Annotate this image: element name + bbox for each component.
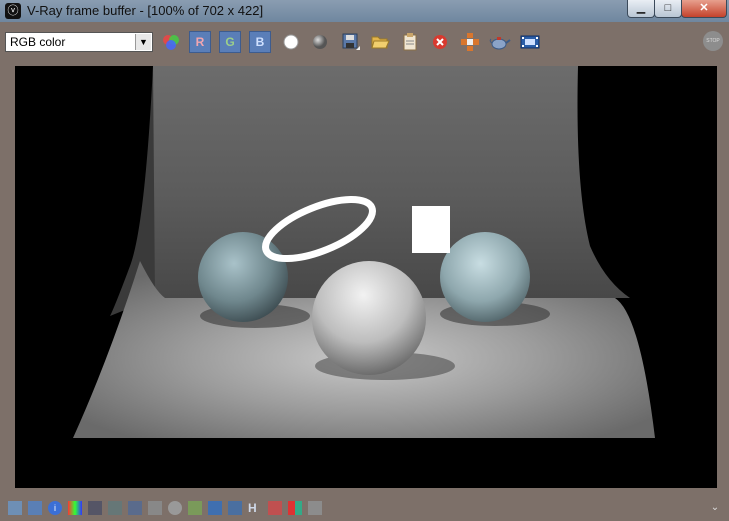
channel-select-value: RGB color <box>10 35 66 49</box>
red-channel-button[interactable]: R <box>189 31 211 53</box>
stop-button[interactable]: STOP <box>703 31 723 51</box>
mono-circle-icon[interactable] <box>309 31 331 53</box>
clipboard-icon[interactable] <box>399 31 421 53</box>
histogram-icon[interactable] <box>128 501 142 515</box>
teapot-icon[interactable] <box>489 31 511 53</box>
status-bar: i H ⌄ <box>0 496 729 521</box>
open-folder-icon[interactable] <box>369 31 391 53</box>
maximize-button[interactable]: □ <box>654 0 682 18</box>
close-button[interactable]: ✕ <box>681 0 727 18</box>
save-icon[interactable] <box>340 31 362 53</box>
channel-select[interactable]: RGB color ▼ <box>5 32 153 52</box>
window-icon[interactable] <box>8 501 22 515</box>
film-strip-icon[interactable] <box>519 31 541 53</box>
ocio-icon[interactable] <box>228 501 242 515</box>
render-canvas[interactable] <box>15 66 717 488</box>
info-icon[interactable]: i <box>48 501 62 515</box>
window-title: V-Ray frame buffer - [100% of 702 x 422] <box>27 3 264 18</box>
exposure-icon[interactable] <box>168 501 182 515</box>
region-render-icon[interactable] <box>459 31 481 53</box>
levels-icon[interactable] <box>108 501 122 515</box>
minimize-button[interactable]: ▁ <box>627 0 655 18</box>
lut-icon[interactable] <box>208 501 222 515</box>
expand-icon[interactable]: ⌄ <box>708 501 722 515</box>
lens-effects-icon[interactable] <box>308 501 322 515</box>
green-channel-button[interactable]: G <box>219 31 241 53</box>
background-image-icon[interactable] <box>188 501 202 515</box>
color-channels-icon[interactable] <box>160 31 182 53</box>
blue-channel-button[interactable]: B <box>249 31 271 53</box>
clear-icon[interactable] <box>429 31 451 53</box>
vray-icon[interactable]: ⓥ <box>5 3 21 19</box>
chevron-down-icon[interactable]: ▼ <box>135 34 151 50</box>
title-bar: ⓥ V-Ray frame buffer - [100% of 702 x 42… <box>0 0 729 22</box>
ab-compare-icon[interactable] <box>288 501 302 515</box>
color-correction-icon[interactable] <box>68 501 82 515</box>
save-image-icon[interactable] <box>28 501 42 515</box>
rendered-image <box>15 66 717 488</box>
curve-icon[interactable] <box>148 501 162 515</box>
h-label[interactable]: H <box>248 501 262 515</box>
white-circle-icon[interactable] <box>280 31 302 53</box>
toolbar: RGB color ▼ R G B STOP <box>0 22 729 60</box>
hsl-icon[interactable] <box>88 501 102 515</box>
compare-icon[interactable] <box>268 501 282 515</box>
